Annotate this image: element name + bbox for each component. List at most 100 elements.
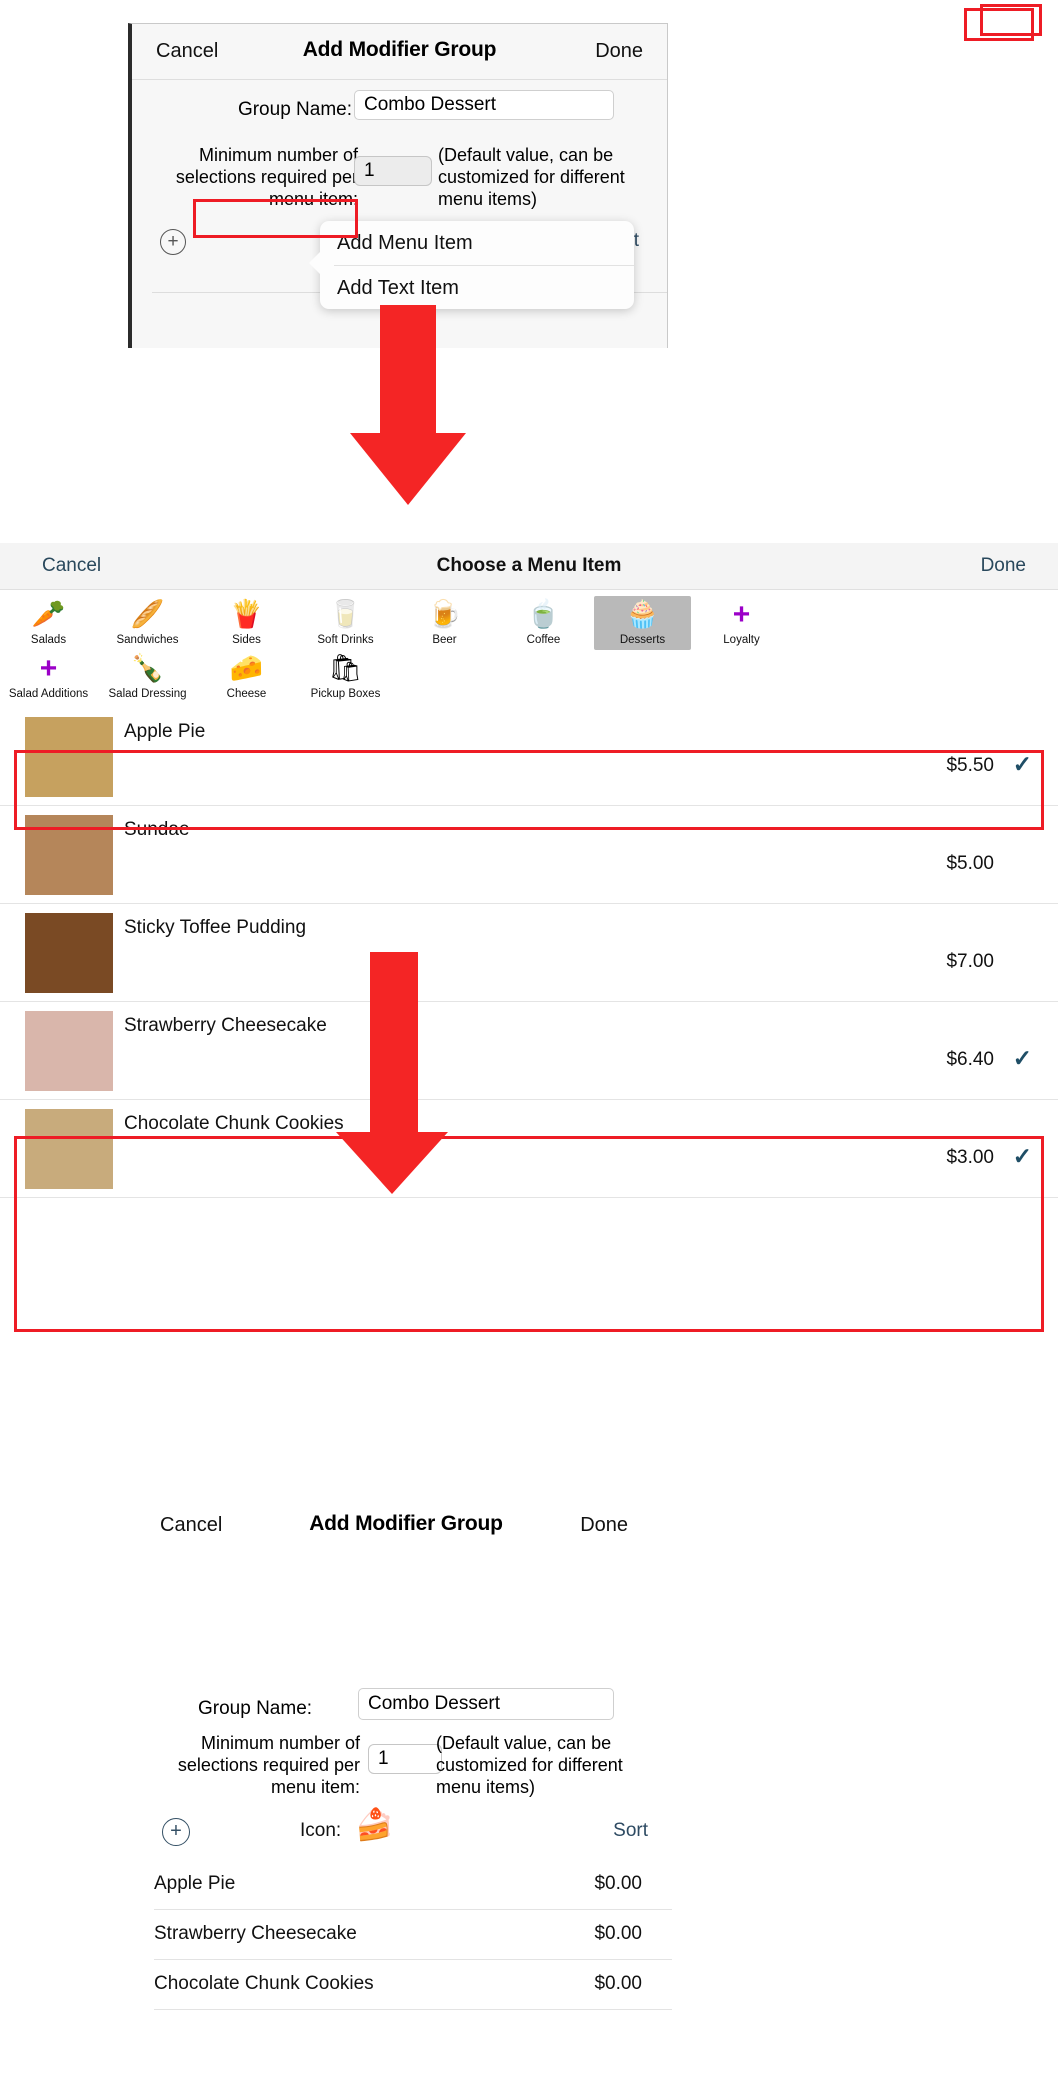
popover-item-add-menu-item[interactable]: Add Menu Item <box>320 221 634 265</box>
category-label: Cheese <box>226 688 267 700</box>
done-button[interactable]: Done <box>595 40 643 63</box>
category-salad-dressing[interactable]: 🍾 Salad Dressing <box>99 650 196 704</box>
plus-icon: + <box>732 598 751 631</box>
table-row[interactable]: Sundae $5.00 ✓ <box>0 806 1058 904</box>
default-value-note: (Default value, can be customized for di… <box>438 145 625 209</box>
plus-icon: + <box>39 652 58 685</box>
modifier-item-list: Apple Pie $0.00 Strawberry Cheesecake $0… <box>154 1860 672 2010</box>
cheese-icon: 🧀 <box>229 653 264 683</box>
category-salad-additions[interactable]: + Salad Additions <box>0 650 97 704</box>
item-thumbnail <box>25 1011 113 1091</box>
category-pickup-boxes[interactable]: 🛍 Pickup Boxes <box>297 650 394 704</box>
bottle-icon: 🍾 <box>130 653 165 683</box>
category-label: Sides <box>232 634 261 646</box>
category-beer[interactable]: 🍺 Beer <box>396 596 493 650</box>
table-row[interactable]: Sticky Toffee Pudding $7.00 ✓ <box>0 904 1058 1002</box>
modifier-name: Chocolate Chunk Cookies <box>154 1973 374 1994</box>
category-label: Loyalty <box>723 634 760 646</box>
group-name-label-bottom: Group Name: <box>198 1698 313 1719</box>
modifier-price: $0.00 <box>594 1873 642 1894</box>
plus-circle-icon[interactable]: + <box>160 229 186 255</box>
item-thumbnail <box>25 1109 113 1189</box>
group-name-input-bottom[interactable] <box>358 1688 614 1720</box>
category-desserts[interactable]: 🧁 Desserts <box>594 596 691 650</box>
checkmark-icon: ✓ <box>1012 1143 1032 1169</box>
highlight-done-button-middle <box>980 4 1042 36</box>
item-thumbnail <box>25 913 113 993</box>
modifier-price: $0.00 <box>594 1973 642 1994</box>
milk-bottle-icon: 🥛 <box>328 599 363 629</box>
category-label: Desserts <box>619 634 666 646</box>
item-thumbnail <box>25 717 113 797</box>
add-item-popover: Add Menu Item Add Text Item <box>309 221 634 310</box>
modifier-name: Apple Pie <box>154 1873 236 1894</box>
item-price: $3.00 <box>946 1147 994 1168</box>
dialog-nav-bar-bottom: Cancel Add Modifier Group Done <box>140 1498 672 1554</box>
highlight-done-button-bottom <box>964 8 1034 41</box>
group-name-row: Group Name: <box>132 90 667 134</box>
choose-menu-item-dialog: Cancel Choose a Menu Item Done 🥕 Salads … <box>0 543 1058 1198</box>
cake-slice-icon[interactable]: 🍰 <box>355 1806 394 1844</box>
table-row[interactable]: Strawberry Cheesecake $6.40 ✓ <box>0 1002 1058 1100</box>
list-item[interactable]: Strawberry Cheesecake $0.00 <box>154 1910 672 1960</box>
plus-circle-icon[interactable]: + <box>162 1818 190 1846</box>
item-name: Sticky Toffee Pudding <box>124 917 307 938</box>
category-label: Beer <box>432 634 457 646</box>
item-price: $5.50 <box>946 755 994 776</box>
table-row[interactable]: Chocolate Chunk Cookies $3.00 ✓ <box>0 1100 1058 1198</box>
list-item[interactable]: Chocolate Chunk Cookies $0.00 <box>154 1960 672 2010</box>
item-name: Strawberry Cheesecake <box>124 1015 327 1036</box>
item-name: Chocolate Chunk Cookies <box>124 1113 344 1134</box>
add-modifier-group-dialog-top: Cancel Add Modifier Group Done Group Nam… <box>128 23 668 348</box>
modifier-name: Strawberry Cheesecake <box>154 1923 357 1944</box>
popover-item-add-text-item[interactable]: Add Text Item <box>320 266 634 310</box>
menu-item-list: Apple Pie $5.50 ✓ Sundae $5.00 ✓ Sticky … <box>0 708 1058 1198</box>
cupcake-icon: 🧁 <box>625 599 660 629</box>
category-label: Pickup Boxes <box>310 688 381 700</box>
teacup-icon: 🍵 <box>526 599 561 629</box>
category-cheese[interactable]: 🧀 Cheese <box>198 650 295 704</box>
category-loyalty[interactable]: + Loyalty <box>693 596 790 650</box>
bread-icon: 🥖 <box>130 599 165 629</box>
category-label: Salad Additions <box>8 688 89 700</box>
carrot-icon: 🥕 <box>31 599 66 629</box>
fries-icon: 🍟 <box>229 599 264 629</box>
min-selections-label-bottom: Minimum number of selections required pe… <box>177 1733 360 1797</box>
group-name-input[interactable] <box>354 90 614 120</box>
page-title-middle: Choose a Menu Item <box>436 555 622 576</box>
category-grid: 🥕 Salads 🥖 Sandwiches 🍟 Sides 🥛 Soft Dri… <box>0 590 1058 708</box>
add-modifier-group-dialog-bottom: Cancel Add Modifier Group Done Group Nam… <box>140 1498 672 2028</box>
category-label: Sandwiches <box>116 634 179 646</box>
min-selections-input[interactable] <box>354 156 432 186</box>
category-label: Soft Drinks <box>317 634 374 646</box>
category-salads[interactable]: 🥕 Salads <box>0 596 97 650</box>
group-name-label: Group Name: <box>237 99 352 120</box>
item-name: Apple Pie <box>124 721 206 742</box>
category-sandwiches[interactable]: 🥖 Sandwiches <box>99 596 196 650</box>
list-item[interactable]: Apple Pie $0.00 <box>154 1860 672 1910</box>
modifier-price: $0.00 <box>594 1923 642 1944</box>
dialog-nav-bar-top: Cancel Add Modifier Group Done <box>132 24 667 80</box>
done-button-bottom[interactable]: Done <box>580 1514 628 1537</box>
page-title: Add Modifier Group <box>302 38 497 61</box>
category-row-1: 🥕 Salads 🥖 Sandwiches 🍟 Sides 🥛 Soft Dri… <box>0 596 1058 650</box>
category-coffee[interactable]: 🍵 Coffee <box>495 596 592 650</box>
item-price: $6.40 <box>946 1049 994 1070</box>
done-button-middle[interactable]: Done <box>981 555 1026 577</box>
item-name: Sundae <box>124 819 190 840</box>
item-price: $5.00 <box>946 853 994 874</box>
category-sides[interactable]: 🍟 Sides <box>198 596 295 650</box>
beer-icon: 🍺 <box>427 599 462 629</box>
sort-button-bottom[interactable]: Sort <box>613 1820 648 1842</box>
checkmark-icon: ✓ <box>1012 1045 1032 1071</box>
category-label: Coffee <box>526 634 561 646</box>
category-label: Salad Dressing <box>108 688 187 700</box>
category-soft-drinks[interactable]: 🥛 Soft Drinks <box>297 596 394 650</box>
dialog-nav-bar-middle: Cancel Choose a Menu Item Done <box>0 543 1058 590</box>
min-selections-label: Minimum number of selections required pe… <box>175 145 358 209</box>
icon-label: Icon: <box>300 1820 342 1841</box>
table-row[interactable]: Apple Pie $5.50 ✓ <box>0 708 1058 806</box>
min-selections-input-bottom[interactable] <box>368 1744 442 1774</box>
screenshot-root: Cancel Add Modifier Group Done Group Nam… <box>0 0 1058 2074</box>
category-row-2: + Salad Additions 🍾 Salad Dressing 🧀 Che… <box>0 650 1058 704</box>
